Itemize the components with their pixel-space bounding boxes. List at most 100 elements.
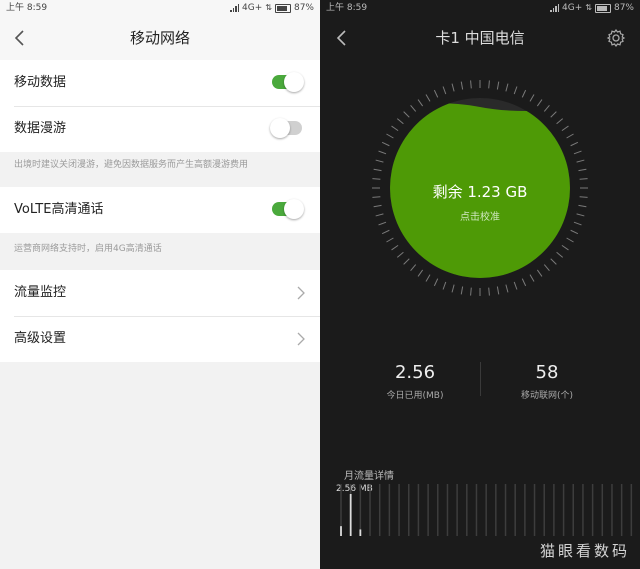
advanced-settings-label: 高级设置 (14, 331, 67, 346)
dial-tick (460, 81, 464, 90)
mobile-data-label: 移动数据 (14, 75, 67, 90)
dial-tick (513, 86, 518, 95)
dial-tick (470, 80, 472, 89)
page-title: 卡1 中国电信 (435, 29, 525, 47)
dial-tick (417, 99, 424, 107)
volte-row[interactable]: VoLTE高清通话 (0, 187, 320, 233)
toggle-knob (270, 118, 290, 138)
dial-tick (433, 278, 439, 287)
sim-data-usage-screen: 上午 8:59 4G+ ⇅ 87% 卡1 中国电信 剩余 1.23 GB 点击校… (320, 0, 640, 569)
dial-tick (381, 229, 390, 235)
dial-tick (578, 168, 587, 172)
mobile-data-row[interactable]: 移动数据 (0, 60, 320, 106)
title-bar: 移动网络 (0, 16, 320, 60)
remaining-data-text: 剩余 1.23 GB (432, 183, 528, 201)
mobile-network-settings-screen: 上午 8:59 4G+ ⇅ 87% 移动网络 移动数据 数据漫游 出境时建议关闭… (0, 0, 320, 569)
dial-tick (573, 150, 582, 155)
dial-tick (391, 125, 399, 132)
dial-tick (488, 80, 490, 89)
data-roaming-toggle[interactable] (270, 118, 302, 138)
dial-tick (536, 99, 543, 107)
monthly-usage-title[interactable]: 月流量详情 (344, 467, 394, 482)
chevron-right-icon (297, 286, 305, 300)
dial-tick (550, 258, 557, 265)
dial-tick (442, 281, 447, 290)
data-arrows-icon: ⇅ (265, 3, 272, 12)
dial-tick (396, 118, 404, 125)
dial-tick (488, 287, 490, 296)
status-time: 上午 8:59 (6, 3, 48, 13)
mobile-data-toggle[interactable] (272, 72, 304, 92)
dial-tick (378, 150, 387, 155)
network-type: 4G+ (562, 3, 583, 13)
dial-tick (460, 286, 464, 295)
dial-tick (433, 89, 439, 98)
status-bar: 上午 8:59 4G+ ⇅ 87% (0, 0, 320, 16)
data-roaming-row[interactable]: 数据漫游 (0, 106, 320, 152)
dial-tick (529, 94, 535, 102)
dial-tick (451, 83, 455, 92)
signal-icon (230, 4, 240, 12)
dial-tick (505, 83, 509, 92)
dial-tick (396, 251, 404, 258)
dial-tick (566, 237, 574, 243)
status-right: 4G+ ⇅ 87% (230, 0, 314, 16)
status-time: 上午 8:59 (326, 3, 368, 13)
battery-percent: 87% (613, 3, 634, 13)
watermark: 猫眼看数码 (539, 542, 630, 560)
dial-tick (417, 269, 424, 277)
advanced-settings-row[interactable]: 高级设置 (0, 316, 320, 362)
dial-tick (566, 133, 574, 139)
dial-tick (561, 244, 569, 251)
dial-tick (496, 286, 500, 295)
battery-percent: 87% (293, 3, 314, 13)
dial-tick (556, 118, 564, 125)
dial-tick (529, 274, 535, 282)
calibrate-link[interactable]: 点击校准 (320, 208, 640, 223)
dial-tick (386, 237, 394, 243)
battery-icon (594, 3, 611, 13)
today-used-value: 2.56 (394, 362, 436, 383)
volte-toggle[interactable] (272, 199, 304, 219)
dial-tick (410, 264, 417, 272)
dial-tick (403, 111, 410, 118)
dial-tick (570, 141, 579, 147)
dial-tick (521, 89, 527, 98)
dial-tick (442, 86, 447, 95)
dial-tick (496, 81, 500, 90)
dial-tick (451, 284, 455, 293)
volte-hint: 运营商网络支持时，启用4G高清通话 (14, 244, 162, 254)
dial-tick (576, 159, 585, 163)
gear-icon[interactable] (606, 28, 626, 48)
dial-tick (470, 287, 472, 296)
dial-tick (561, 125, 569, 132)
dial-tick (373, 204, 382, 208)
battery-icon (274, 3, 291, 13)
data-arrows-icon: ⇅ (585, 3, 592, 12)
menu-group: 流量监控 高级设置 (0, 270, 320, 362)
status-right: 4G+ ⇅ 87% (550, 0, 634, 16)
stats-divider (480, 362, 481, 396)
monthly-usage-chart[interactable] (338, 482, 638, 538)
data-settings-group: 移动数据 数据漫游 (0, 60, 320, 152)
dial-tick (543, 264, 550, 272)
data-roaming-label: 数据漫游 (14, 121, 67, 136)
dial-tick (372, 178, 381, 180)
network-apps-value: 58 (535, 362, 559, 383)
traffic-monitor-label: 流量监控 (14, 285, 67, 300)
dial-tick (425, 94, 431, 102)
dial-tick (578, 204, 587, 208)
dial-tick (570, 229, 579, 235)
volte-group: VoLTE高清通话 (0, 187, 320, 233)
network-apps-caption: 移动联网(个) (520, 391, 574, 401)
chevron-right-icon (297, 332, 305, 346)
dial-tick (373, 168, 382, 172)
dial-tick (386, 133, 394, 139)
traffic-monitor-row[interactable]: 流量监控 (0, 270, 320, 316)
roaming-hint: 出境时建议关闭漫游，避免因数据服务而产生高额漫游费用 (14, 160, 249, 170)
dial-tick (536, 269, 543, 277)
dial-tick (556, 251, 564, 258)
today-used-caption: 今日已用(MB) (386, 391, 444, 401)
dial-tick (410, 104, 417, 112)
dial-tick (543, 104, 550, 112)
